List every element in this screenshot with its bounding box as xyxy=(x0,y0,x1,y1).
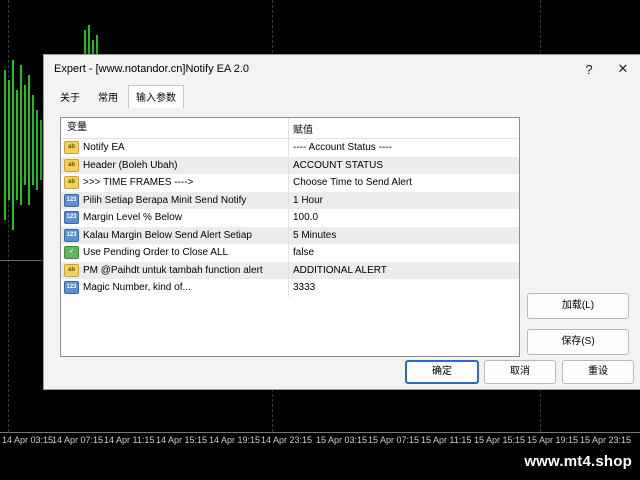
expert-properties-dialog: Expert - [www.notandor.cn]Notify EA 2.0 … xyxy=(43,54,640,390)
time-tick: 15 Apr 07:15 xyxy=(368,435,420,445)
string-type-icon: ab xyxy=(64,141,79,155)
time-tick: 15 Apr 23:15 xyxy=(580,435,632,445)
candle-bar xyxy=(24,85,26,185)
value-cell[interactable]: 5 Minutes xyxy=(289,230,336,241)
tab-common[interactable]: 常用 xyxy=(90,85,126,108)
table-row[interactable]: 123 Margin Level % Below 100.0 xyxy=(61,209,519,227)
string-type-icon: ab xyxy=(64,263,79,277)
time-tick: 14 Apr 19:15 xyxy=(209,435,261,445)
time-tick: 14 Apr 15:15 xyxy=(156,435,208,445)
value-cell[interactable]: ADDITIONAL ALERT xyxy=(289,265,387,276)
integer-type-icon: 123 xyxy=(64,281,79,295)
integer-type-icon: 123 xyxy=(64,193,79,207)
watermark: www.mt4.shop xyxy=(524,453,632,470)
table-row[interactable]: 123 Pilih Setiap Berapa Minit Send Notify… xyxy=(61,191,519,209)
time-tick: 15 Apr 15:15 xyxy=(474,435,526,445)
save-button[interactable]: 保存(S) xyxy=(527,329,629,355)
column-header-value[interactable]: 赋值 xyxy=(289,121,313,136)
candle-bar xyxy=(32,95,34,185)
time-tick: 14 Apr 11:15 xyxy=(104,435,155,445)
variable-name: Magic Number, kind of... xyxy=(83,282,191,294)
close-button[interactable]: ✕ xyxy=(606,61,640,77)
value-cell[interactable]: ACCOUNT STATUS xyxy=(289,160,383,171)
reset-button[interactable]: 重设 xyxy=(562,360,634,384)
table-row[interactable]: ✓ Use Pending Order to Close ALL false xyxy=(61,244,519,262)
time-tick: 14 Apr 07:15 xyxy=(52,435,104,445)
table-row[interactable]: ab Notify EA ---- Account Status ---- xyxy=(61,139,519,157)
time-tick: 15 Apr 11:15 xyxy=(421,435,472,445)
value-cell[interactable]: false xyxy=(289,247,314,258)
variable-name: >>> TIME FRAMES ----> xyxy=(83,177,194,189)
table-row[interactable]: 123 Magic Number, kind of... 3333 xyxy=(61,279,519,297)
time-tick: 14 Apr 23:15 xyxy=(261,435,313,445)
variable-name: Pilih Setiap Berapa Minit Send Notify xyxy=(83,194,247,206)
tab-about[interactable]: 关于 xyxy=(52,85,88,108)
load-button[interactable]: 加载(L) xyxy=(527,293,629,319)
string-type-icon: ab xyxy=(64,158,79,172)
variable-name: Margin Level % Below xyxy=(83,212,182,224)
table-row[interactable]: ab Header (Boleh Ubah) ACCOUNT STATUS xyxy=(61,156,519,174)
candle-bar xyxy=(8,80,10,200)
value-cell[interactable]: Choose Time to Send Alert xyxy=(289,177,412,188)
double-type-icon: 123 xyxy=(64,211,79,225)
variable-name: PM @Paihdt untuk tambah function alert xyxy=(83,264,263,276)
candle-bar xyxy=(20,65,22,205)
candle-bar xyxy=(96,35,98,55)
title-bar: Expert - [www.notandor.cn]Notify EA 2.0 … xyxy=(44,55,640,83)
bottom-strip: www.mt4.shop xyxy=(0,452,640,480)
inputs-table: 变量 赋值 ab Notify EA ---- Account Status --… xyxy=(60,117,520,357)
dialog-title: Expert - [www.notandor.cn]Notify EA 2.0 xyxy=(54,63,250,75)
time-tick: 15 Apr 19:15 xyxy=(527,435,579,445)
time-tick: 15 Apr 03:15 xyxy=(316,435,368,445)
value-cell[interactable]: 1 Hour xyxy=(289,195,323,206)
candle-bar xyxy=(4,70,6,220)
tab-bar: 关于 常用 输入参数 xyxy=(52,85,186,108)
table-row[interactable]: ab PM @Paihdt untuk tambah function alert… xyxy=(61,261,519,279)
time-axis: 14 Apr 03:15 14 Apr 07:15 14 Apr 11:15 1… xyxy=(0,432,640,453)
cancel-button[interactable]: 取消 xyxy=(484,360,556,384)
table-row[interactable]: 123 Kalau Margin Below Send Alert Setiap … xyxy=(61,226,519,244)
table-row[interactable]: ab >>> TIME FRAMES ----> Choose Time to S… xyxy=(61,174,519,192)
value-cell[interactable]: 100.0 xyxy=(289,212,318,223)
grid-line xyxy=(8,0,9,432)
variable-name: Header (Boleh Ubah) xyxy=(83,159,178,171)
integer-type-icon: 123 xyxy=(64,228,79,242)
value-cell[interactable]: ---- Account Status ---- xyxy=(289,142,392,153)
string-type-icon: ab xyxy=(64,176,79,190)
candle-bar xyxy=(40,120,42,180)
tab-inputs[interactable]: 输入参数 xyxy=(128,85,184,108)
value-cell[interactable]: 3333 xyxy=(289,282,315,293)
ok-button[interactable]: 确定 xyxy=(405,360,479,384)
table-header: 变量 赋值 xyxy=(61,118,519,139)
time-tick: 14 Apr 03:15 xyxy=(2,435,54,445)
help-button[interactable]: ? xyxy=(572,62,606,77)
candle-bar xyxy=(12,60,14,230)
variable-name: Kalau Margin Below Send Alert Setiap xyxy=(83,229,252,241)
column-header-variable[interactable]: 变量 xyxy=(61,118,289,138)
variable-name: Notify EA xyxy=(83,142,125,154)
candle-bar xyxy=(36,110,38,190)
candle-bar xyxy=(28,75,30,205)
variable-name: Use Pending Order to Close ALL xyxy=(83,247,229,259)
boolean-type-icon: ✓ xyxy=(64,246,79,260)
candle-bar xyxy=(16,90,18,200)
